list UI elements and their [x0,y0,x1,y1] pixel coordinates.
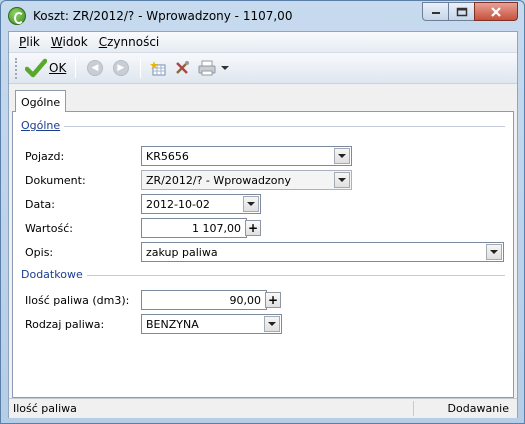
wartosc-plus-button[interactable]: + [245,220,261,236]
forward-arrow-icon: ▶ [117,63,125,73]
minimize-button[interactable] [422,2,449,21]
rodzaj-label: Rodzaj paliwa: [25,318,105,331]
rodzaj-select[interactable]: BENZYNA [141,314,282,334]
pojazd-select[interactable]: KR5656 [141,146,352,166]
app-icon [8,7,26,25]
back-arrow-icon: ◀ [91,63,99,73]
ok-button[interactable]: OK [22,56,69,80]
group-divider [21,126,505,127]
toolbar-separator [140,58,142,78]
opis-combobox[interactable]: zakup paliwa [141,242,504,262]
ok-label: OK [49,61,67,75]
forward-button[interactable]: ▶ [113,60,130,76]
maximize-button[interactable] [448,2,475,21]
checkmark-icon [25,58,47,78]
menu-widok[interactable]: Widok [51,35,88,49]
close-icon [491,6,501,17]
ilosc-label: Ilość paliwa (dm3): [25,294,130,307]
rodzaj-value: BENZYNA [146,318,199,331]
grid-button[interactable] [147,56,171,80]
status-bar: Ilość paliwa Dodawanie [9,398,517,418]
chevron-down-icon[interactable] [243,196,259,212]
pojazd-label: Pojazd: [25,150,65,163]
back-button[interactable]: ◀ [87,60,104,76]
maximize-icon [456,7,467,16]
menu-bar: Plik Widok Czynności [9,32,517,53]
window-title: Koszt: ZR/2012/? - Wprowadzony - 1107,00 [33,9,293,23]
print-button[interactable] [195,56,233,80]
opis-value: zakup paliwa [146,246,218,259]
status-field-hint: Ilość paliwa [13,402,77,415]
toolbar: OK ◀ ▶ [9,53,517,84]
ilosc-plus-button[interactable]: + [265,292,281,308]
menu-czynnosci-label: zynności [107,35,160,49]
chevron-down-icon[interactable] [264,316,280,332]
date-picker[interactable]: 2012-10-02 [141,194,261,214]
title-bar[interactable]: Koszt: ZR/2012/? - Wprowadzony - 1107,00 [1,1,524,31]
tools-button[interactable] [171,56,195,80]
menu-widok-label: idok [62,35,88,49]
chevron-down-icon[interactable] [486,244,502,260]
window-controls [422,2,518,21]
toolbar-grip[interactable] [15,57,18,79]
client-area: Plik Widok Czynności OK ◀ ▶ Ogólne Ogóln… [8,31,518,418]
menu-plik-label: lik [26,35,40,49]
chevron-down-icon[interactable] [220,64,230,72]
close-button[interactable] [474,2,518,21]
grid-star-icon [150,61,166,76]
ilosc-input[interactable]: 90,00 [141,290,267,310]
status-separator [413,401,414,416]
status-mode: Dodawanie [447,402,509,415]
wartosc-label: Wartość: [25,222,73,235]
menu-czynnosci[interactable]: Czynności [99,35,160,49]
main-window: Koszt: ZR/2012/? - Wprowadzony - 1107,00… [0,0,525,424]
dokument-select[interactable]: ZR/2012/? - Wprowadzony [141,170,352,190]
date-value: 2012-10-02 [146,198,210,211]
dokument-label: Dokument: [25,174,86,187]
menu-widok-accel: W [50,35,63,49]
group-divider [21,275,505,276]
pojazd-value: KR5656 [146,150,189,163]
tab-area: Ogólne Ogólne Pojazd: KR5656 Dokument: Z… [12,90,514,398]
tools-icon [176,61,190,74]
chevron-down-icon[interactable] [334,172,350,188]
toolbar-separator [75,58,77,78]
wartosc-input[interactable]: 1 107,00 [141,218,247,238]
group-title-dodatkowe: Dodatkowe [21,268,87,281]
printer-icon [198,60,216,76]
menu-czynnosci-accel: C [98,35,108,49]
tab-ogolne[interactable]: Ogólne [15,90,66,112]
dokument-value: ZR/2012/? - Wprowadzony [146,174,291,187]
chevron-down-icon[interactable] [334,148,350,164]
tab-page-ogolne: Ogólne Pojazd: KR5656 Dokument: ZR/2012/… [12,111,514,398]
data-label: Data: [25,198,55,211]
minimize-icon [431,11,440,14]
opis-label: Opis: [25,246,54,259]
group-title-ogolne: Ogólne [21,119,65,132]
menu-plik[interactable]: Plik [19,35,40,49]
